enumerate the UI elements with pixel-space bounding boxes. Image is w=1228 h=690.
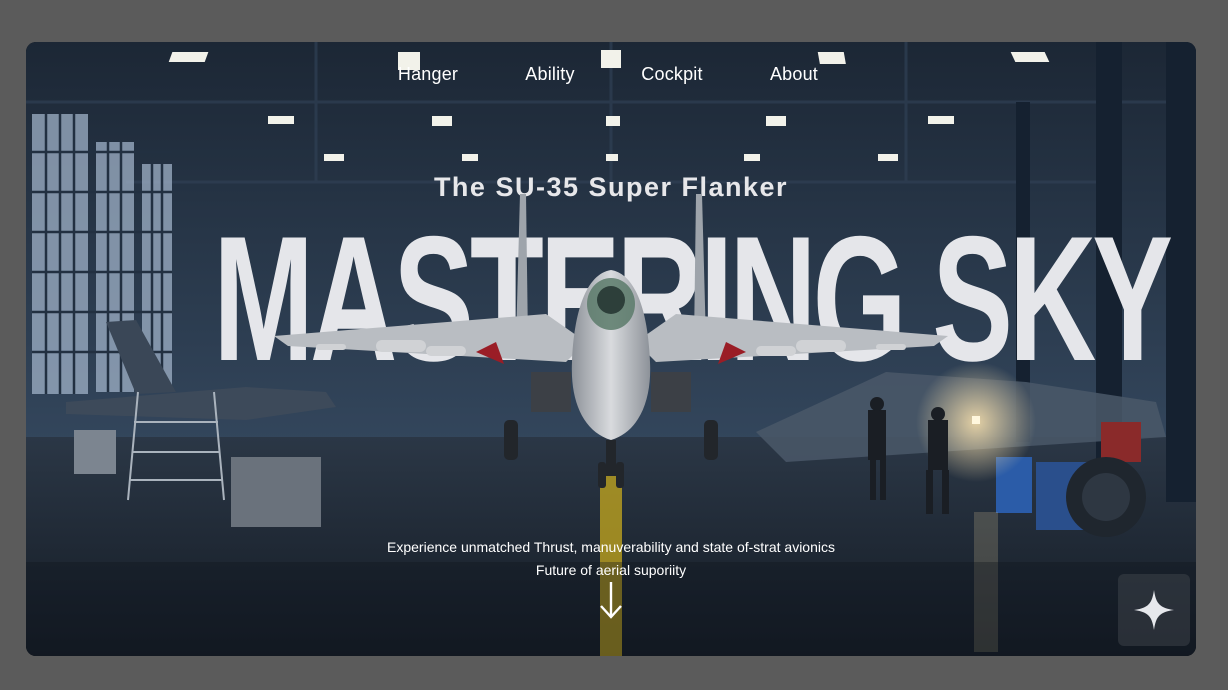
hero-frame: Hanger Ability Cockpit About The SU-35 S… bbox=[26, 42, 1196, 656]
hero-headline: MASTERING SKY bbox=[213, 199, 1173, 398]
main-nav: Hanger Ability Cockpit About bbox=[26, 64, 1196, 85]
tagline-line-1: Experience unmatched Thrust, manuverabil… bbox=[387, 539, 835, 555]
nav-item-hanger[interactable]: Hanger bbox=[367, 64, 489, 85]
assistant-button[interactable] bbox=[1118, 574, 1190, 646]
nav-item-cockpit[interactable]: Cockpit bbox=[611, 64, 733, 85]
hero-tagline: Experience unmatched Thrust, manuverabil… bbox=[26, 536, 1196, 582]
arrow-down-icon[interactable] bbox=[599, 580, 623, 622]
sparkle-icon bbox=[1134, 590, 1174, 630]
nav-item-ability[interactable]: Ability bbox=[489, 64, 611, 85]
tagline-line-2: Future of aerial suporiity bbox=[535, 562, 687, 578]
nav-item-about[interactable]: About bbox=[733, 64, 855, 85]
